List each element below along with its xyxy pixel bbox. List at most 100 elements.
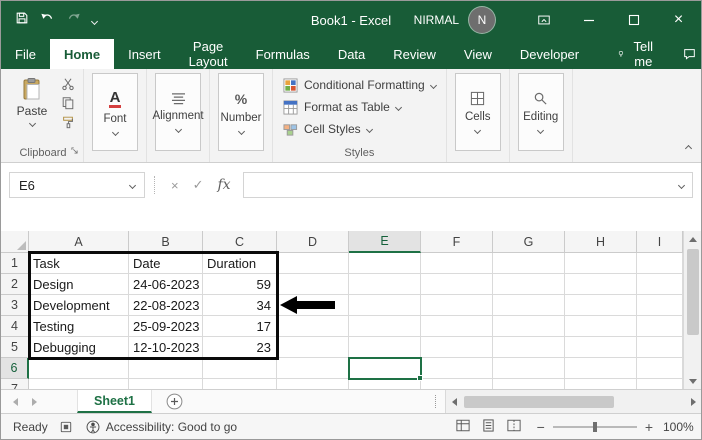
cell-H2[interactable] — [565, 274, 637, 295]
page-break-preview-button[interactable] — [507, 419, 521, 435]
tab-file[interactable]: File — [1, 39, 50, 69]
cell-F1[interactable] — [421, 253, 493, 274]
cell-C5[interactable]: 23 — [203, 337, 277, 358]
cell-A2[interactable]: Design — [29, 274, 129, 295]
comments-button[interactable] — [666, 39, 701, 69]
cell-I1[interactable] — [637, 253, 683, 274]
cell-E5[interactable] — [349, 337, 421, 358]
undo-button[interactable] — [40, 11, 55, 30]
cell-D4[interactable] — [277, 316, 349, 337]
column-header-F[interactable]: F — [421, 231, 493, 253]
cell-I7[interactable] — [637, 379, 683, 389]
column-header-E[interactable]: E — [349, 231, 421, 253]
column-header-D[interactable]: D — [277, 231, 349, 253]
tab-data[interactable]: Data — [324, 39, 379, 69]
formula-input[interactable] — [242, 172, 693, 198]
row-header-2[interactable]: 2 — [1, 274, 29, 295]
cell-H3[interactable] — [565, 295, 637, 316]
cell-F6[interactable] — [421, 358, 493, 379]
cell-A5[interactable]: Debugging — [29, 337, 129, 358]
scroll-left-button[interactable] — [446, 390, 462, 413]
row-header-5[interactable]: 5 — [1, 337, 29, 358]
save-button[interactable] — [15, 11, 29, 30]
cell-C1[interactable]: Duration — [203, 253, 277, 274]
cell-F5[interactable] — [421, 337, 493, 358]
column-header-H[interactable]: H — [565, 231, 637, 253]
row-header-6[interactable]: 6 — [1, 358, 29, 379]
tell-me-button[interactable]: Tell me — [607, 39, 666, 69]
cell-B2[interactable]: 24-06-2023 — [129, 274, 203, 295]
scroll-right-button[interactable] — [685, 390, 701, 413]
cut-button[interactable] — [61, 77, 75, 91]
row-header-1[interactable]: 1 — [1, 253, 29, 274]
paste-button[interactable]: Paste — [9, 73, 55, 128]
cell-E4[interactable] — [349, 316, 421, 337]
tab-formulas[interactable]: Formulas — [242, 39, 324, 69]
cancel-entry-button[interactable]: × — [171, 178, 179, 193]
cell-C6[interactable] — [203, 358, 277, 379]
cell-G3[interactable] — [493, 295, 565, 316]
cell-G7[interactable] — [493, 379, 565, 389]
cell-G4[interactable] — [493, 316, 565, 337]
cell-styles-button[interactable]: Cell Styles — [279, 119, 376, 139]
cell-I6[interactable] — [637, 358, 683, 379]
new-sheet-button[interactable] — [166, 390, 183, 413]
zoom-slider[interactable] — [552, 421, 637, 432]
column-header-I[interactable]: I — [637, 231, 683, 253]
tab-review[interactable]: Review — [379, 39, 450, 69]
horizontal-scroll-thumb[interactable] — [464, 395, 614, 408]
tab-view[interactable]: View — [450, 39, 506, 69]
cell-A7[interactable] — [29, 379, 129, 389]
cell-H4[interactable] — [565, 316, 637, 337]
cell-H7[interactable] — [565, 379, 637, 389]
cell-F2[interactable] — [421, 274, 493, 295]
cell-G5[interactable] — [493, 337, 565, 358]
accessibility-checker-button[interactable]: Accessibility: Good to go — [86, 420, 237, 434]
zoom-slider-thumb[interactable] — [592, 421, 597, 432]
cell-D1[interactable] — [277, 253, 349, 274]
cell-C2[interactable]: 59 — [203, 274, 277, 295]
user-name[interactable]: NIRMAL — [414, 13, 459, 27]
close-button[interactable]: × — [656, 1, 701, 39]
minimize-button[interactable] — [566, 1, 611, 39]
column-header-C[interactable]: C — [203, 231, 277, 253]
clipboard-dialog-launcher[interactable] — [70, 146, 79, 158]
page-layout-view-button[interactable] — [482, 418, 495, 435]
cell-F4[interactable] — [421, 316, 493, 337]
normal-view-button[interactable] — [456, 419, 470, 435]
editing-group-button[interactable]: Editing — [517, 73, 564, 151]
cell-B1[interactable]: Date — [129, 253, 203, 274]
name-box[interactable]: E6 — [9, 172, 145, 198]
cell-B7[interactable] — [129, 379, 203, 389]
copy-button[interactable] — [61, 96, 75, 110]
cell-B3[interactable]: 22-08-2023 — [129, 295, 203, 316]
number-group-button[interactable]: % Number — [218, 73, 264, 151]
scroll-up-button[interactable] — [684, 231, 701, 247]
cell-F3[interactable] — [421, 295, 493, 316]
cell-G1[interactable] — [493, 253, 565, 274]
vertical-scroll-thumb[interactable] — [686, 249, 699, 335]
horizontal-scrollbar[interactable] — [445, 390, 701, 413]
cell-E7[interactable] — [349, 379, 421, 389]
vertical-scrollbar[interactable] — [683, 231, 701, 389]
format-painter-button[interactable] — [61, 115, 75, 129]
maximize-button[interactable] — [611, 1, 656, 39]
cell-D5[interactable] — [277, 337, 349, 358]
row-header-3[interactable]: 3 — [1, 295, 29, 316]
avatar[interactable]: N — [469, 7, 495, 33]
tab-page-layout[interactable]: Page Layout — [175, 39, 242, 69]
redo-button[interactable] — [66, 11, 81, 30]
format-as-table-button[interactable]: Format as Table — [279, 97, 405, 117]
cell-A4[interactable]: Testing — [29, 316, 129, 337]
scroll-down-button[interactable] — [684, 373, 701, 389]
cell-B4[interactable]: 25-09-2023 — [129, 316, 203, 337]
insert-function-button[interactable]: fx — [218, 177, 231, 193]
cell-H5[interactable] — [565, 337, 637, 358]
cell-E6[interactable] — [349, 358, 421, 379]
cell-F7[interactable] — [421, 379, 493, 389]
column-header-B[interactable]: B — [129, 231, 203, 253]
cell-C4[interactable]: 17 — [203, 316, 277, 337]
ribbon-display-options-button[interactable] — [521, 1, 566, 39]
conditional-formatting-button[interactable]: Conditional Formatting — [279, 75, 440, 95]
customize-qat-button[interactable] — [90, 11, 99, 29]
